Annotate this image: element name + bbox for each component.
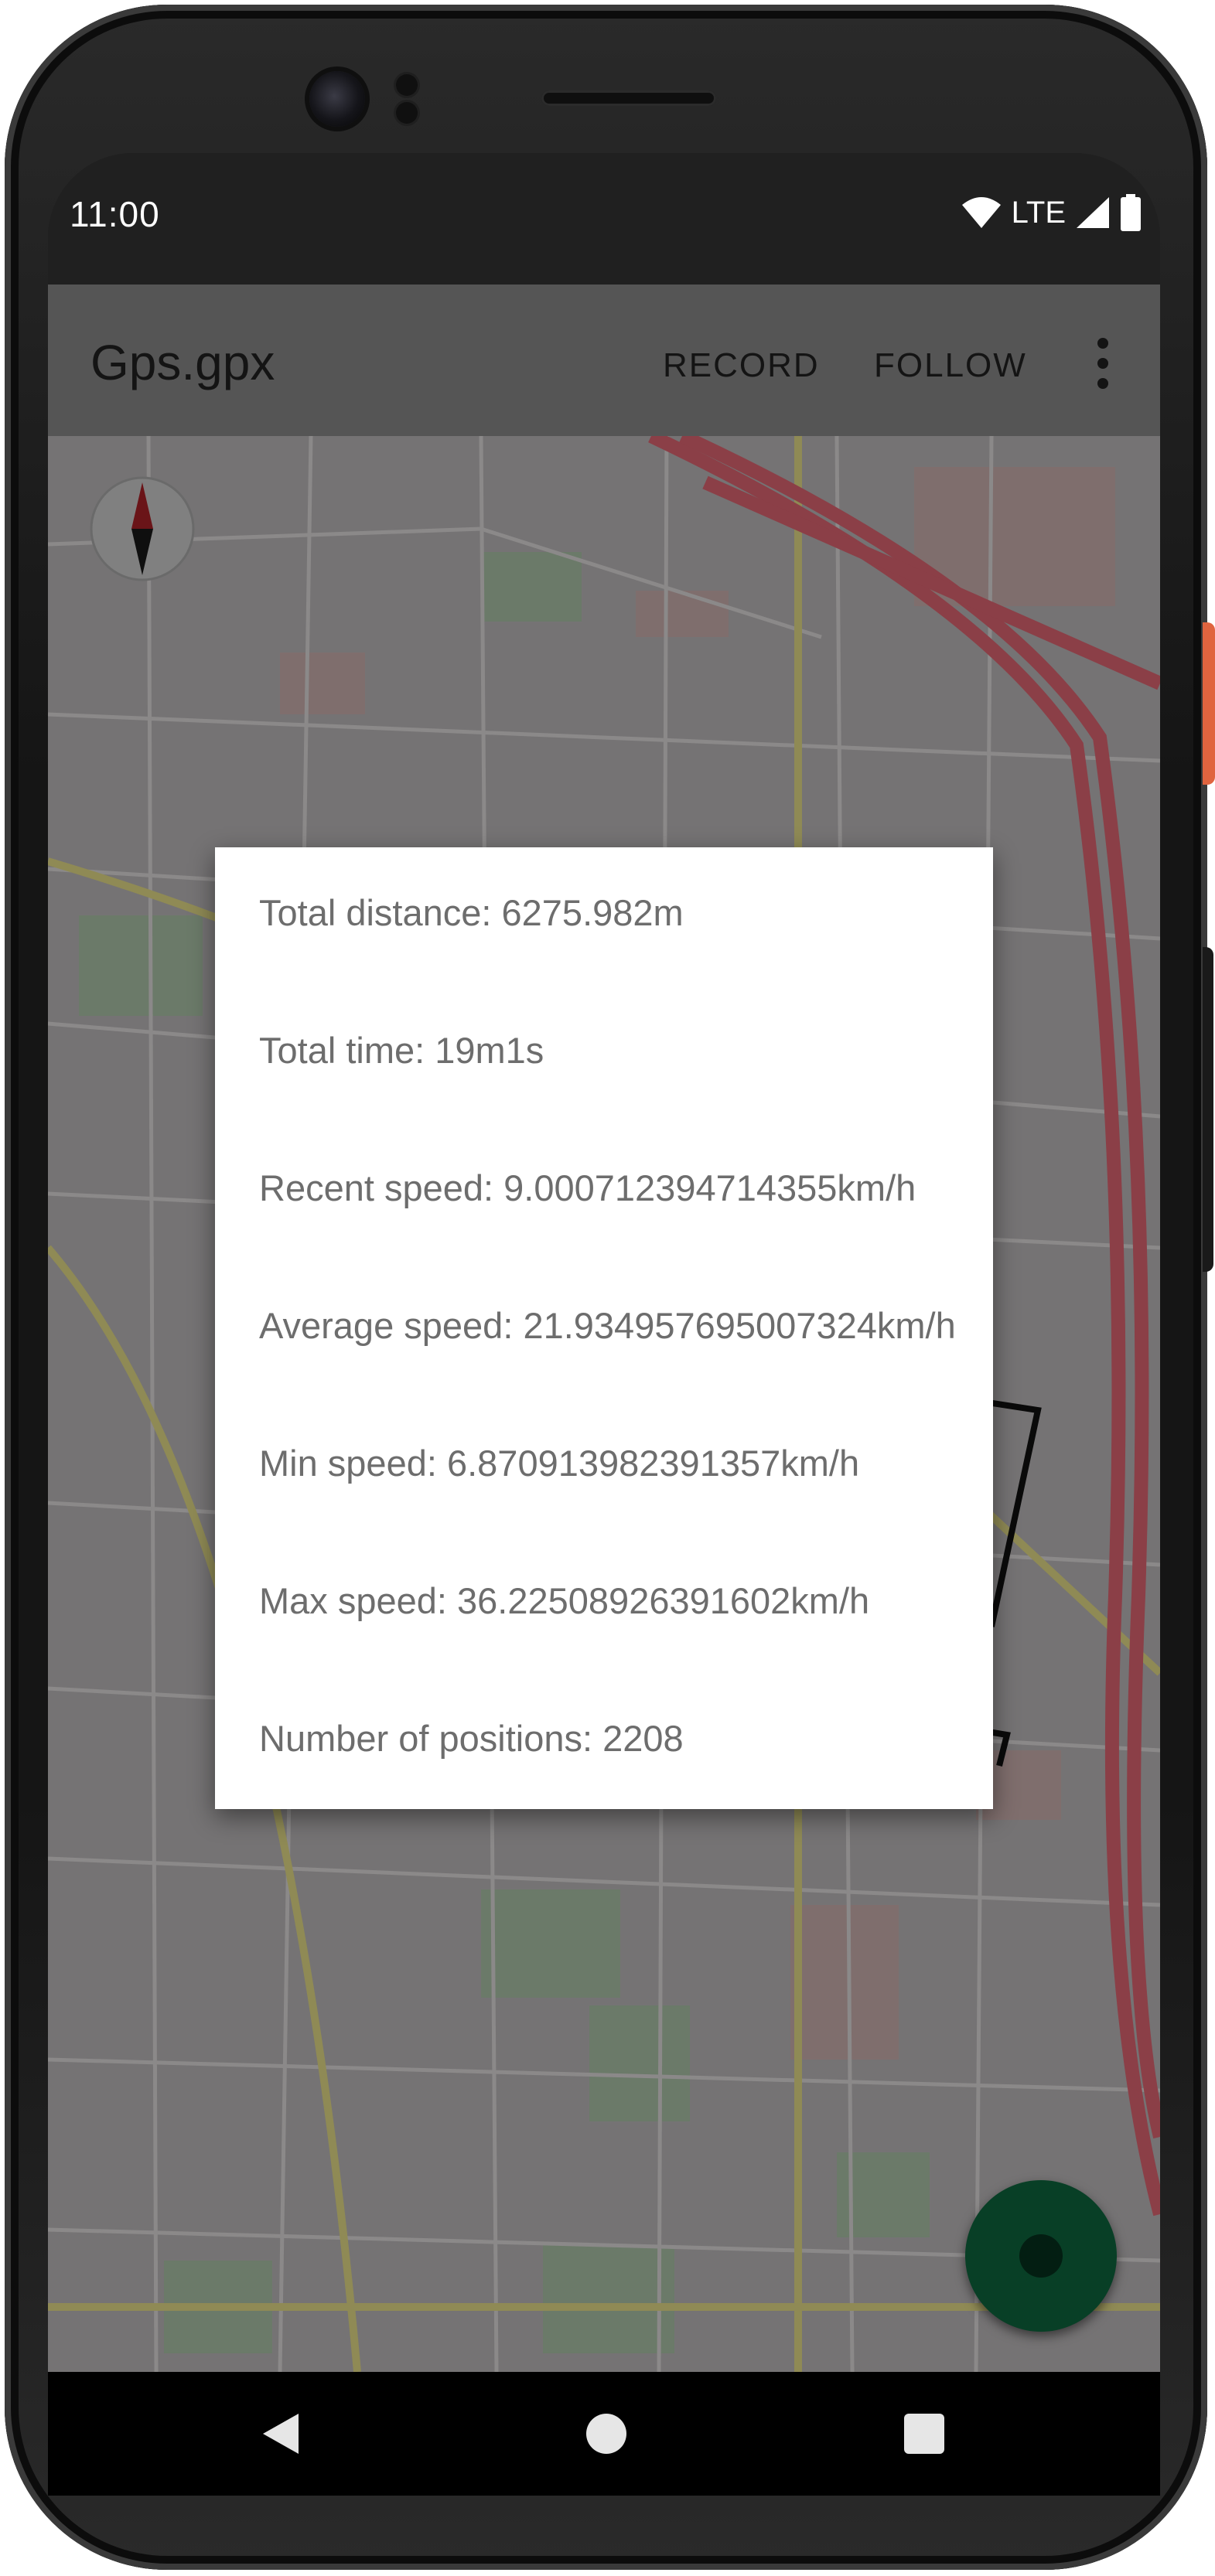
follow-button[interactable]: FOLLOW xyxy=(874,346,1027,385)
app-bar: Gps.gpx RECORD FOLLOW xyxy=(48,285,1160,436)
screen: 11:00 LTE Gps.gpx RECORD FOLLOW Total di… xyxy=(48,153,1160,2372)
status-bar: 11:00 LTE xyxy=(48,153,1160,285)
record-icon xyxy=(1019,2234,1063,2278)
compass-icon[interactable] xyxy=(90,476,195,581)
stat-min-speed: Min speed: 6.870913982391357km/h xyxy=(259,1443,860,1484)
sensor xyxy=(396,102,418,124)
record-fab[interactable] xyxy=(965,2180,1117,2332)
home-icon[interactable] xyxy=(585,2412,628,2455)
power-button xyxy=(1203,622,1215,785)
more-vert-icon[interactable] xyxy=(1094,336,1112,391)
back-icon[interactable] xyxy=(258,2411,305,2457)
app-title: Gps.gpx xyxy=(90,335,275,390)
track-stats-dialog: Total distance: 6275.982m Total time: 19… xyxy=(215,847,993,1809)
record-button[interactable]: RECORD xyxy=(663,346,820,385)
stat-average-speed: Average speed: 21.934957695007324km/h xyxy=(259,1305,956,1346)
wifi-icon xyxy=(961,197,1001,228)
stat-total-distance: Total distance: 6275.982m xyxy=(259,892,684,933)
sensor xyxy=(396,74,418,96)
front-camera xyxy=(309,71,365,127)
battery-icon xyxy=(1121,194,1141,231)
stat-total-time: Total time: 19m1s xyxy=(259,1030,544,1071)
stat-number-of-positions: Number of positions: 2208 xyxy=(259,1718,684,1759)
status-icons: LTE xyxy=(961,193,1142,232)
volume-button xyxy=(1203,947,1213,1272)
recents-icon[interactable] xyxy=(903,2413,945,2455)
status-time: 11:00 xyxy=(70,194,160,234)
navigation-bar xyxy=(48,2372,1160,2496)
network-type: LTE xyxy=(1011,195,1066,230)
signal-icon xyxy=(1077,197,1109,228)
earpiece-speaker xyxy=(541,90,716,106)
stat-recent-speed: Recent speed: 9.000712394714355km/h xyxy=(259,1167,916,1208)
stat-max-speed: Max speed: 36.22508926391602km/h xyxy=(259,1580,870,1621)
